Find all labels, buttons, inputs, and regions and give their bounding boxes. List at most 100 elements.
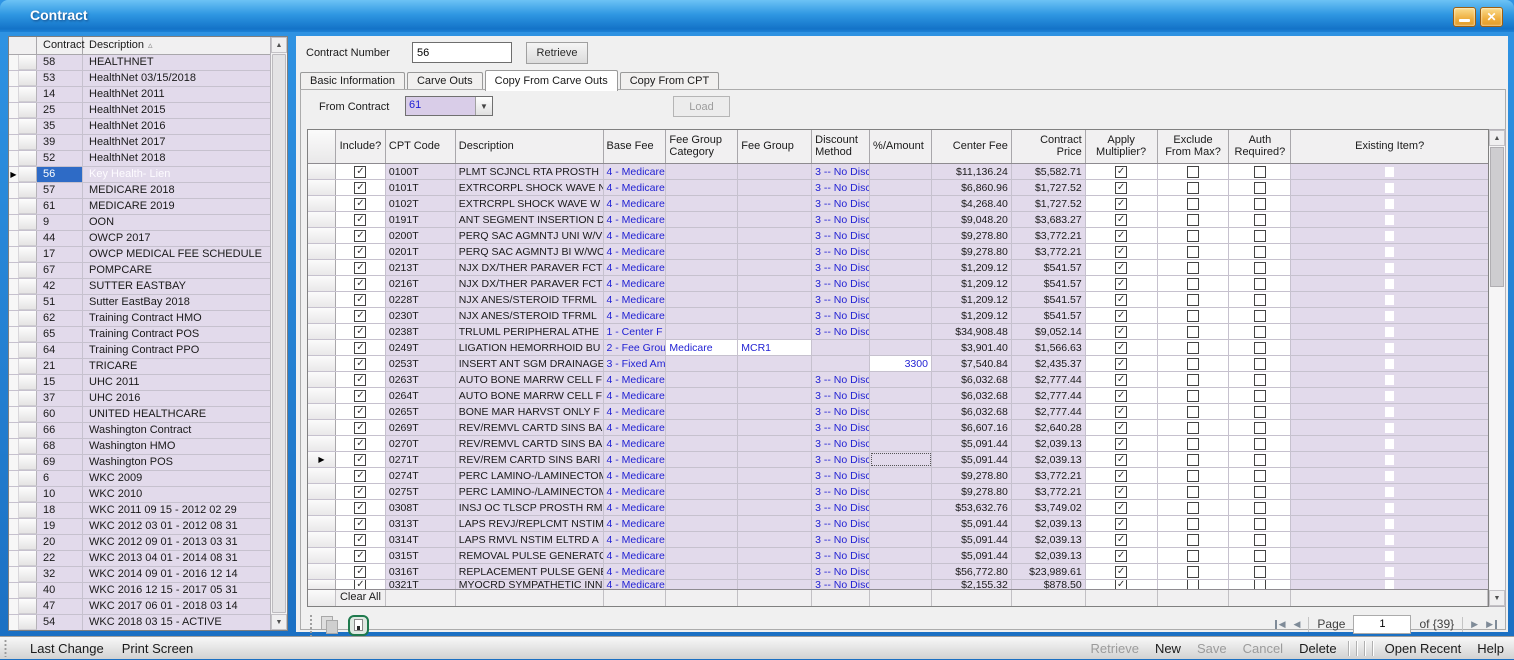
table-row[interactable]: 0216TNJX DX/THER PARAVER FCT4 - Medicare… [308,276,1488,292]
row-selector[interactable] [308,276,336,291]
table-row[interactable]: 0270TREV/REMVL CARTD SINS BA4 - Medicare… [308,436,1488,452]
next-page-icon[interactable]: ▶ [1471,620,1478,629]
include-checkbox[interactable] [354,390,366,402]
contract-row[interactable]: 53HealthNet 03/15/2018 [9,71,270,87]
apply-multiplier-checkbox[interactable] [1115,406,1127,418]
row-selector[interactable] [308,212,336,227]
exclude-from-max-checkbox[interactable] [1187,470,1199,482]
row-selector[interactable] [308,228,336,243]
auth-required-checkbox[interactable] [1254,502,1266,514]
apply-multiplier-checkbox[interactable] [1115,374,1127,386]
contract-row[interactable]: 62Training Contract HMO [9,311,270,327]
copy-icon[interactable] [320,615,341,636]
exclude-from-max-checkbox[interactable] [1187,518,1199,530]
include-checkbox[interactable] [354,438,366,450]
status-open-recent[interactable]: Open Recent [1385,641,1462,656]
include-checkbox[interactable] [354,342,366,354]
table-row[interactable]: 0201TPERQ SAC AGMNTJ BI W/WO4 - Medicare… [308,244,1488,260]
exclude-from-max-checkbox[interactable] [1187,550,1199,562]
row-selector[interactable] [308,548,336,563]
last-page-icon[interactable]: ▶ [1486,620,1497,629]
chevron-down-icon[interactable]: ▼ [475,97,492,115]
include-checkbox[interactable] [354,246,366,258]
auth-required-checkbox[interactable] [1254,294,1266,306]
include-checkbox[interactable] [354,214,366,226]
row-selector[interactable] [19,151,37,166]
apply-multiplier-checkbox[interactable] [1115,342,1127,354]
row-selector[interactable] [308,388,336,403]
load-button[interactable]: Load [673,96,730,117]
auth-required-checkbox[interactable] [1254,518,1266,530]
pct-amount-cell[interactable]: 3300 [870,356,932,371]
status-save[interactable]: Save [1197,641,1227,656]
contract-number-input[interactable] [412,42,512,63]
table-row[interactable]: 0238TTRLUML PERIPHERAL ATHE1 - Center F3… [308,324,1488,340]
pct-amount-cell[interactable] [870,500,932,515]
table-row[interactable]: 0269TREV/REMVL CARTD SINS BA4 - Medicare… [308,420,1488,436]
include-checkbox[interactable] [354,262,366,274]
auth-required-checkbox[interactable] [1254,262,1266,274]
pct-amount-cell[interactable] [870,260,932,275]
auth-required-checkbox[interactable] [1254,198,1266,210]
include-checkbox[interactable] [354,326,366,338]
row-selector[interactable] [308,468,336,483]
auth-required-checkbox[interactable] [1254,374,1266,386]
include-checkbox[interactable] [354,294,366,306]
apply-multiplier-checkbox[interactable] [1115,182,1127,194]
row-selector[interactable] [308,404,336,419]
apply-multiplier-checkbox[interactable] [1115,278,1127,290]
row-selector[interactable] [308,260,336,275]
exclude-from-max-checkbox[interactable] [1187,502,1199,514]
column-header-apply-multiplier[interactable]: Apply Multiplier? [1086,130,1158,163]
row-selector[interactable] [308,532,336,547]
column-header-discount-method[interactable]: Discount Method [812,130,870,163]
row-selector[interactable] [308,340,336,355]
row-selector[interactable] [19,103,37,118]
contract-row[interactable]: 22WKC 2013 04 01 - 2014 08 31 [9,551,270,567]
row-selector[interactable] [19,519,37,534]
auth-required-checkbox[interactable] [1254,470,1266,482]
auth-required-checkbox[interactable] [1254,342,1266,354]
table-row[interactable]: 0264TAUTO BONE MARRW CELL F4 - Medicare3… [308,388,1488,404]
column-header-description[interactable]: Description [456,130,604,163]
table-row[interactable]: 0265TBONE MAR HARVST ONLY F4 - Medicare3… [308,404,1488,420]
pct-amount-cell[interactable] [870,244,932,259]
row-selector[interactable] [19,423,37,438]
pct-amount-cell[interactable] [870,292,932,307]
row-selector[interactable] [19,295,37,310]
toolbar-grip[interactable] [309,614,313,636]
clear-all-button[interactable]: Clear All [336,590,386,606]
contract-row[interactable]: 15UHC 2011 [9,375,270,391]
table-row[interactable]: 0274TPERC LAMINO-/LAMINECTOM4 - Medicare… [308,468,1488,484]
apply-multiplier-checkbox[interactable] [1115,566,1127,578]
page-number-input[interactable] [1353,615,1411,634]
tab-basic-information[interactable]: Basic Information [300,72,405,90]
pct-amount-cell[interactable] [870,468,932,483]
previous-page-icon[interactable]: ◀ [1293,620,1300,629]
row-selector[interactable] [308,164,336,179]
apply-multiplier-checkbox[interactable] [1115,438,1127,450]
exclude-from-max-checkbox[interactable] [1187,198,1199,210]
row-selector[interactable] [19,599,37,614]
from-contract-dropdown[interactable]: 61 ▼ [405,96,493,116]
contract-row[interactable]: 54WKC 2018 03 15 - ACTIVE [9,615,270,630]
row-selector[interactable] [19,551,37,566]
include-checkbox[interactable] [354,534,366,546]
status-print-screen[interactable]: Print Screen [122,641,194,656]
row-selector[interactable] [308,356,336,371]
include-checkbox[interactable] [354,406,366,418]
include-checkbox[interactable] [354,374,366,386]
pct-amount-cell[interactable] [870,548,932,563]
contract-row[interactable]: 68Washington HMO [9,439,270,455]
exclude-from-max-checkbox[interactable] [1187,294,1199,306]
contract-row[interactable]: 25HealthNet 2015 [9,103,270,119]
contract-row[interactable]: 44OWCP 2017 [9,231,270,247]
exclude-from-max-checkbox[interactable] [1187,454,1199,466]
row-selector[interactable] [19,199,37,214]
include-checkbox[interactable] [354,358,366,370]
status-new[interactable]: New [1155,641,1181,656]
exclude-from-max-checkbox[interactable] [1187,390,1199,402]
contract-row[interactable]: 35HealthNet 2016 [9,119,270,135]
apply-multiplier-checkbox[interactable] [1115,358,1127,370]
pct-amount-cell[interactable] [870,276,932,291]
